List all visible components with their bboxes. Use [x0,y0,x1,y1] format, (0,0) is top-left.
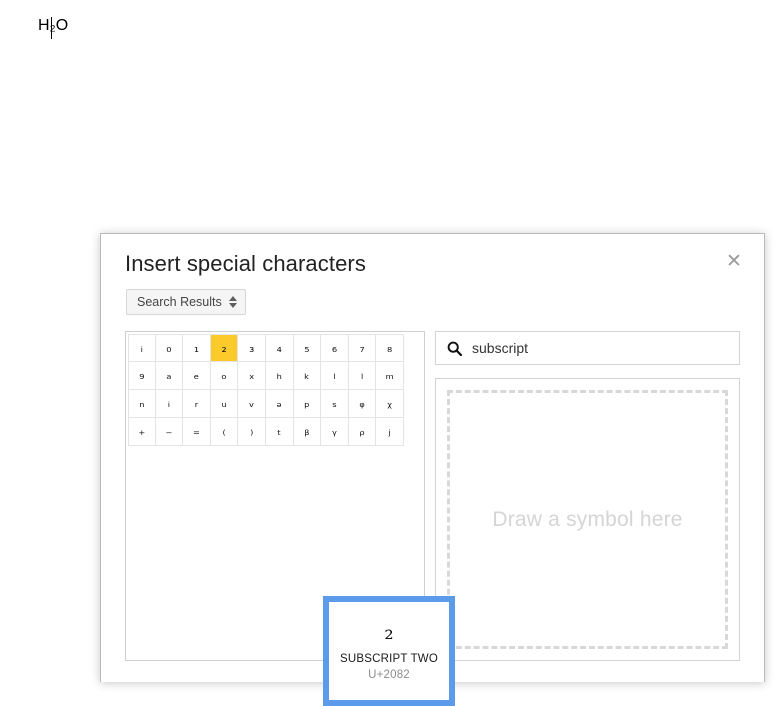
char-cell-subscript-r[interactable]: ᵣ [183,390,211,418]
char-cell-subscript-h[interactable]: ₕ [265,362,294,390]
char-cell-subscript-a[interactable]: ₐ [155,362,184,390]
character-preview-tooltip: ₂ SUBSCRIPT TWO U+2082 [323,596,455,706]
char-cell-subscript-eight[interactable]: ₈ [376,334,404,362]
category-dropdown-label: Search Results [137,295,222,309]
char-cell-subscript-u[interactable]: ᵤ [210,390,239,418]
char-cell-subscript-o[interactable]: ₒ [210,362,239,390]
category-dropdown[interactable]: Search Results [126,289,246,315]
draw-placeholder-text: Draw a symbol here [492,507,683,531]
char-cell-subscript-two[interactable]: ₂ [210,334,239,362]
char-cell-subscript-p[interactable]: ₚ [293,390,322,418]
char-cell-subscript-k[interactable]: ₖ [293,362,322,390]
char-cell-subscript-four[interactable]: ₄ [265,334,294,362]
insert-special-characters-dialog: Insert special characters ✕ Search Resul… [100,233,765,706]
text-caret [51,17,52,39]
char-cell-subscript-right-paren[interactable]: ₎ [238,418,266,446]
char-cell-subscript-zero[interactable]: ₀ [155,334,184,362]
draw-canvas[interactable]: Draw a symbol here [447,390,728,649]
char-cell-subscript-t[interactable]: ₜ [265,418,294,446]
preview-character-name: SUBSCRIPT TWO [339,653,439,666]
char-cell-subscript-rho[interactable]: ᵨ [348,418,377,446]
spinner-arrows-icon [228,296,237,308]
char-cell-subscript-left-paren[interactable]: ₍ [210,418,239,446]
char-cell-subscript-l-2[interactable]: ₗ [348,362,377,390]
char-cell-subscript-phi[interactable]: ᵩ [348,390,377,418]
char-cell-subscript-beta[interactable]: ᵦ [293,418,322,446]
draw-panel: Draw a symbol here [435,378,740,661]
char-cell-subscript-s[interactable]: ₛ [321,390,349,418]
char-cell-subscript-schwa[interactable]: ₔ [265,390,294,418]
char-cell-subscript-l[interactable]: ₗ [321,362,349,390]
char-cell-subscript-i[interactable]: ᵢ [155,390,184,418]
char-cell-subscript-three[interactable]: ₃ [238,334,266,362]
dialog-title: Insert special characters [125,251,366,276]
search-icon [447,341,462,356]
char-cell-subscript-equals[interactable]: ₌ [183,418,211,446]
char-cell-subscript-plus[interactable]: ₊ [128,418,156,446]
search-input-value[interactable]: subscript [472,340,528,356]
char-cell-subscript-n[interactable]: ₙ [128,390,156,418]
char-cell-subscript-small-i-mark[interactable]: ᵢ [128,334,156,362]
char-cell-subscript-e[interactable]: ₑ [183,362,211,390]
char-cell-subscript-nine[interactable]: ₉ [128,362,156,390]
char-cell-subscript-v[interactable]: ᵥ [238,390,266,418]
preview-glyph: ₂ [384,619,394,646]
char-cell-subscript-j[interactable]: ⱼ [376,418,404,446]
close-icon[interactable]: ✕ [723,251,745,273]
char-cell-subscript-seven[interactable]: ₇ [348,334,377,362]
char-cell-subscript-six[interactable]: ₆ [321,334,349,362]
char-cell-subscript-x[interactable]: ₓ [238,362,266,390]
char-cell-subscript-minus[interactable]: ₋ [155,418,184,446]
character-grid: ᵢ ₀ ₁ ₂ ₃ ₄ ₅ ₆ ₇ ₈ ₉ ₐ ₑ ₒ ₓ ₕ ₖ ₗ ₗ ₘ ₙ ᵢ ᵣ ᵤ ᵥ ₔ ₚ ₛ ᵩ ᵪ ₊ ₋ ₌ ₍ ₎ ₜ ᵦ ᵧ ᵨ ⱼ [128,334,404,446]
char-cell-subscript-one[interactable]: ₁ [183,334,211,362]
char-cell-subscript-five[interactable]: ₅ [293,334,322,362]
char-cell-subscript-gamma[interactable]: ᵧ [321,418,349,446]
search-field[interactable]: subscript [435,331,740,365]
char-cell-subscript-m[interactable]: ₘ [376,362,404,390]
document-text: H₂O [38,17,69,34]
preview-codepoint: U+2082 [368,668,410,681]
char-cell-subscript-chi[interactable]: ᵪ [376,390,404,418]
